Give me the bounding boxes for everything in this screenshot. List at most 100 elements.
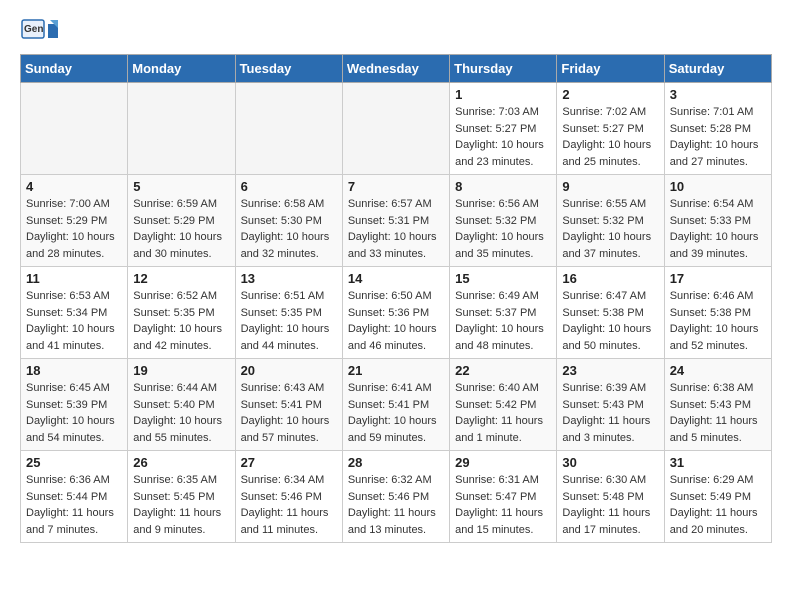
day-number: 30 [562,455,658,470]
day-number: 31 [670,455,766,470]
day-number: 18 [26,363,122,378]
sunset-label: Sunset: 5:37 PM [455,307,536,319]
daylight-label: Daylight: 11 hours and 9 minutes. [133,507,221,536]
sunrise-label: Sunrise: 6:32 AM [348,474,432,486]
day-number: 10 [670,179,766,194]
sunset-label: Sunset: 5:32 PM [562,215,643,227]
daylight-label: Daylight: 11 hours and 3 minutes. [562,415,650,444]
calendar-cell: 22Sunrise: 6:40 AMSunset: 5:42 PMDayligh… [450,359,557,451]
day-number: 19 [133,363,229,378]
calendar-cell: 13Sunrise: 6:51 AMSunset: 5:35 PMDayligh… [235,267,342,359]
day-detail: Sunrise: 6:39 AMSunset: 5:43 PMDaylight:… [562,380,658,446]
day-detail: Sunrise: 6:51 AMSunset: 5:35 PMDaylight:… [241,288,337,354]
sunset-label: Sunset: 5:43 PM [670,399,751,411]
calendar-cell: 20 Sunrise: 6:43 AMSunset: 5:41 PMDayligh… [235,359,342,451]
daylight-label: Daylight: 10 hours and 52 minutes. [670,323,759,352]
day-detail: Sunrise: 6:59 AMSunset: 5:29 PMDaylight:… [133,196,229,262]
sunset-label: Sunset: 5:46 PM [241,491,322,503]
day-header-sunday: Sunday [21,55,128,83]
sunset-label: Sunset: 5:28 PM [670,123,751,135]
day-header-thursday: Thursday [450,55,557,83]
sunset-label: Sunset: 5:34 PM [26,307,107,319]
day-detail: Sunrise: 6:55 AMSunset: 5:32 PMDaylight:… [562,196,658,262]
sunrise-label: Sunrise: 6:59 AM [133,198,217,210]
daylight-label: Daylight: 10 hours and 27 minutes. [670,139,759,168]
sunrise-label: Sunrise: 6:49 AM [455,290,539,302]
sunrise-label: Sunrise: 6:43 AM [241,382,325,394]
day-number: 28 [348,455,444,470]
calendar-cell: 9Sunrise: 6:55 AMSunset: 5:32 PMDaylight… [557,175,664,267]
daylight-label: Daylight: 10 hours and 35 minutes. [455,231,544,260]
calendar-cell: 31Sunrise: 6:29 AMSunset: 5:49 PMDayligh… [664,451,771,543]
calendar-cell: 6Sunrise: 6:58 AMSunset: 5:30 PMDaylight… [235,175,342,267]
calendar-cell [128,83,235,175]
sunrise-label: Sunrise: 6:58 AM [241,198,325,210]
daylight-label: Daylight: 10 hours and 55 minutes. [133,415,222,444]
calendar-cell: 15 Sunrise: 6:49 AM Sunset: 5:37 PM Dayligh… [450,267,557,359]
sunrise-label: Sunrise: 6:34 AM [241,474,325,486]
daylight-label: Daylight: 10 hours and 54 minutes. [26,415,115,444]
daylight-label: Daylight: 10 hours and 57 minutes. [241,415,330,444]
calendar-week-4: 18Sunrise: 6:45 AMSunset: 5:39 PMDayligh… [21,359,772,451]
sunrise-label: Sunrise: 6:44 AM [133,382,217,394]
day-number: 8 [455,179,551,194]
sunrise-label: Sunrise: 6:35 AM [133,474,217,486]
day-number: 12 [133,271,229,286]
sunrise-label: Sunrise: 7:00 AM [26,198,110,210]
sunset-label: Sunset: 5:27 PM [455,123,536,135]
day-detail: Sunrise: 6:43 AMSunset: 5:41 PMDaylight:… [241,380,337,446]
sunset-label: Sunset: 5:40 PM [133,399,214,411]
daylight-label: Daylight: 10 hours and 32 minutes. [241,231,330,260]
sunset-label: Sunset: 5:31 PM [348,215,429,227]
sunset-label: Sunset: 5:46 PM [348,491,429,503]
sunset-label: Sunset: 5:35 PM [241,307,322,319]
day-number: 20 [241,363,337,378]
sunrise-label: Sunrise: 6:31 AM [455,474,539,486]
day-detail: Sunrise: 6:34 AMSunset: 5:46 PMDaylight:… [241,472,337,538]
daylight-label: Daylight: 10 hours and 48 minutes. [455,323,544,352]
daylight-label: Daylight: 11 hours and 5 minutes. [670,415,758,444]
calendar-cell: 17Sunrise: 6:46 AMSunset: 5:38 PMDayligh… [664,267,771,359]
calendar-cell: 2Sunrise: 7:02 AMSunset: 5:27 PMDaylight… [557,83,664,175]
day-detail: Sunrise: 6:56 AMSunset: 5:32 PMDaylight:… [455,196,551,262]
daylight-label: Daylight: 10 hours and 50 minutes. [562,323,651,352]
day-header-wednesday: Wednesday [342,55,449,83]
svg-text:Gen: Gen [24,24,43,35]
day-detail: Sunrise: 7:03 AMSunset: 5:27 PMDaylight:… [455,104,551,170]
day-number: 14 [348,271,444,286]
sunset-label: Sunset: 5:32 PM [455,215,536,227]
day-detail: Sunrise: 6:58 AM Sunset: 5:30 PM Daylight:… [241,196,337,262]
day-number: 21 [348,363,444,378]
sunrise-label: Sunrise: 6:52 AM [133,290,217,302]
sunset-label: Sunset: 5:29 PM [26,215,107,227]
calendar-cell: 19 Sunrise: 6:44 AM Sunset: 5:40 PM Dayligh… [128,359,235,451]
day-detail: Sunrise: 6:44 AM Sunset: 5:40 PM Daylight:… [133,380,229,446]
daylight-label: Daylight: 10 hours and 23 minutes. [455,139,544,168]
calendar-cell: 21Sunrise: 6:41 AMSunset: 5:41 PMDayligh… [342,359,449,451]
calendar-cell: 23Sunrise: 6:39 AMSunset: 5:43 PMDayligh… [557,359,664,451]
day-detail: Sunrise: 6:49 AM Sunset: 5:37 PM Daylight:… [455,288,551,354]
day-number: 25 [26,455,122,470]
day-detail: Sunrise: 6:57 AMSunset: 5:31 PMDaylight:… [348,196,444,262]
sunset-label: Sunset: 5:38 PM [562,307,643,319]
day-number: 15 [455,271,551,286]
day-header-friday: Friday [557,55,664,83]
daylight-label: Daylight: 10 hours and 25 minutes. [562,139,651,168]
sunrise-label: Sunrise: 6:40 AM [455,382,539,394]
sunset-label: Sunset: 5:27 PM [562,123,643,135]
sunset-label: Sunset: 5:49 PM [670,491,751,503]
daylight-label: Daylight: 10 hours and 41 minutes. [26,323,115,352]
sunrise-label: Sunrise: 6:30 AM [562,474,646,486]
sunset-label: Sunset: 5:41 PM [348,399,429,411]
sunrise-label: Sunrise: 6:51 AM [241,290,325,302]
sunrise-label: Sunrise: 6:38 AM [670,382,754,394]
sunrise-label: Sunrise: 6:45 AM [26,382,110,394]
calendar-cell: 18Sunrise: 6:45 AMSunset: 5:39 PMDayligh… [21,359,128,451]
day-detail: Sunrise: 6:38 AM Sunset: 5:43 PM Daylight:… [670,380,766,446]
logo: Gen [20,16,62,46]
calendar-cell: 16Sunrise: 6:47 AMSunset: 5:38 PMDayligh… [557,267,664,359]
calendar-cell: 10 Sunrise: 6:54 AMSunset: 5:33 PMDayligh… [664,175,771,267]
day-detail: Sunrise: 6:54 AMSunset: 5:33 PMDaylight:… [670,196,766,262]
sunset-label: Sunset: 5:30 PM [241,215,322,227]
sunset-label: Sunset: 5:35 PM [133,307,214,319]
